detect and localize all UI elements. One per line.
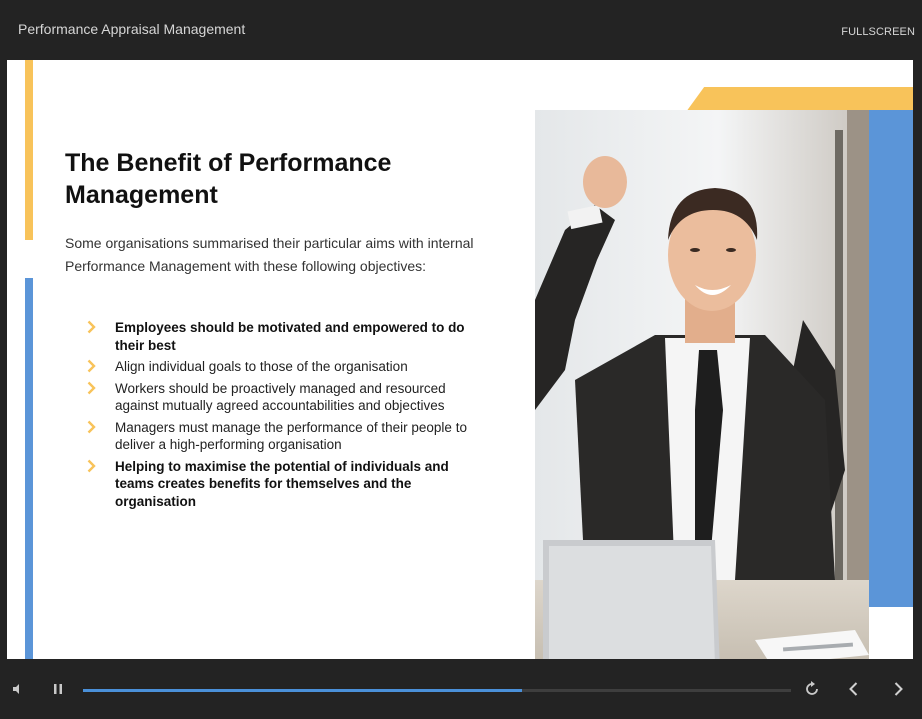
chevron-right-icon (87, 359, 96, 373)
replay-icon[interactable] (802, 679, 822, 699)
objectives-list: Employees should be motivated and empowe… (87, 319, 487, 514)
objective-text: Align individual goals to those of the o… (115, 359, 408, 374)
top-bar: Performance Appraisal Management FULLSCR… (0, 0, 922, 60)
chevron-right-icon (894, 682, 903, 696)
slide-title: The Benefit of Performance Management (65, 149, 392, 209)
decorative-blue-bar (868, 110, 913, 607)
chevron-right-icon (87, 320, 96, 334)
chevron-left-icon (849, 682, 858, 696)
objective-text: Employees should be motivated and empowe… (115, 320, 465, 353)
objective-text: Workers should be proactively managed an… (115, 380, 446, 414)
photo-illustration (535, 110, 869, 659)
fullscreen-button[interactable]: FULLSCREEN (841, 26, 915, 38)
accent-bar-blue (25, 278, 33, 659)
next-button[interactable] (888, 679, 908, 699)
slide: The Benefit of Performance Management So… (7, 60, 913, 659)
objective-item: Employees should be motivated and empowe… (87, 319, 487, 354)
player-controls (0, 659, 922, 719)
chevron-right-icon (87, 459, 96, 472)
progress-fill (83, 689, 522, 692)
pause-icon[interactable] (48, 679, 68, 699)
accent-bar-yellow (25, 60, 33, 240)
course-title: Performance Appraisal Management (18, 21, 246, 37)
objective-text: Helping to maximise the potential of ind… (115, 458, 449, 509)
businessman-photo (535, 110, 869, 659)
objective-item: Helping to maximise the potential of ind… (87, 458, 487, 511)
objective-item: Align individual goals to those of the o… (87, 358, 487, 376)
previous-button[interactable] (844, 679, 864, 699)
volume-icon[interactable] (8, 679, 28, 699)
chevron-right-icon (87, 381, 96, 394)
progress-bar[interactable] (83, 689, 791, 692)
objective-item: Workers should be proactively managed an… (87, 380, 487, 415)
objective-text: Managers must manage the performance of … (115, 419, 467, 453)
chevron-right-icon (87, 420, 96, 433)
intro-text: Some organisations summarised their part… (65, 235, 474, 274)
objective-item: Managers must manage the performance of … (87, 419, 487, 454)
